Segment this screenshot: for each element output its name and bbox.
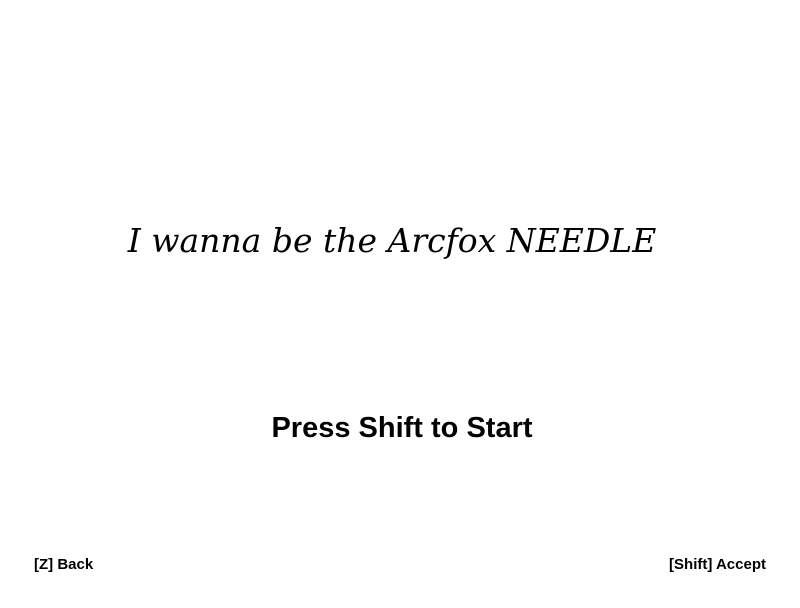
start-prompt: Press Shift to Start xyxy=(271,412,533,444)
accept-key-hint: [Shift] Accept xyxy=(669,556,766,573)
title-screen: I wanna be the Arcfox NEEDLE Press Shift… xyxy=(0,0,800,608)
back-key-hint: [Z] Back xyxy=(34,556,94,573)
game-title: I wanna be the Arcfox NEEDLE xyxy=(127,221,657,260)
